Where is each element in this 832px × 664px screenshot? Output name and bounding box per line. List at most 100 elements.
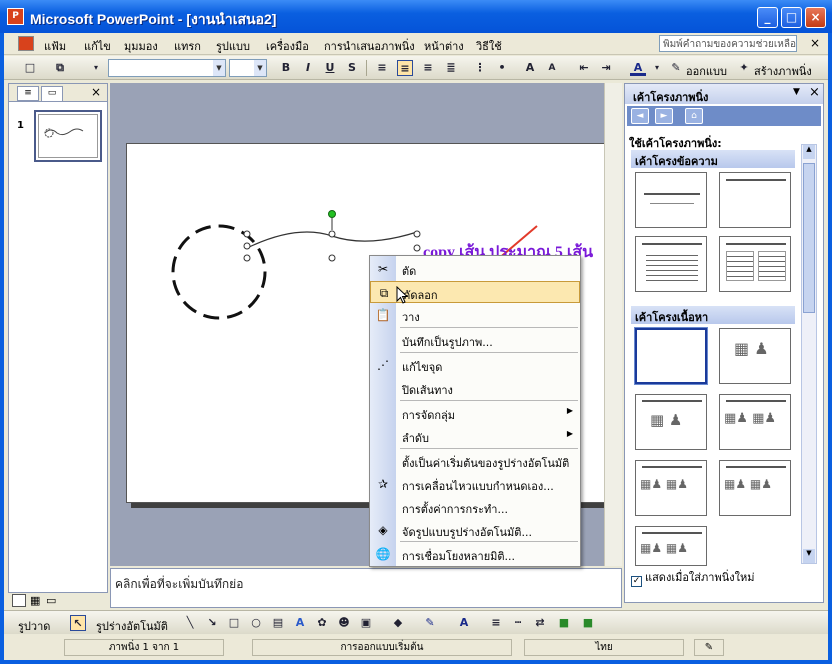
tab-slides[interactable]: ▭: [41, 86, 63, 101]
font-name-combo[interactable]: ▼: [108, 59, 226, 77]
powerpoint-app-icon[interactable]: P: [7, 8, 24, 25]
picture-icon[interactable]: ▣: [358, 615, 374, 631]
close-icon[interactable]: ×: [809, 85, 820, 100]
arrow-style-icon[interactable]: ⇄: [532, 615, 548, 631]
menu-help[interactable]: วิธีใช้: [476, 37, 502, 55]
dash-style-icon[interactable]: ┅: [510, 615, 526, 631]
italic-icon[interactable]: I: [300, 60, 316, 76]
layout-title-4content[interactable]: ▦♟ ▦♟: [635, 460, 707, 516]
justify-icon[interactable]: ≣: [443, 60, 459, 76]
menu-tools[interactable]: เครื่องมือ: [266, 37, 309, 55]
slide-scrollbar[interactable]: [604, 83, 622, 566]
menu-item-hyperlink[interactable]: 🌐 การเชื่อมโยงหลายมิติ...: [370, 543, 580, 565]
copy-toolbar-icon[interactable]: ⧉: [52, 60, 68, 76]
font-color-icon[interactable]: A: [630, 60, 646, 76]
clipart-icon[interactable]: ☻: [336, 615, 352, 631]
normal-view-icon[interactable]: [12, 594, 26, 607]
bullets-icon[interactable]: •: [494, 60, 510, 76]
tab-outline[interactable]: ≡: [17, 86, 39, 101]
layout-blank[interactable]: [634, 327, 708, 385]
menu-item-save-as-picture[interactable]: บันทึกเป็นรูปภาพ...: [370, 329, 580, 351]
menu-file[interactable]: แฟ้ม: [44, 37, 66, 55]
new-slide-icon[interactable]: ✦: [736, 60, 752, 76]
sorter-view-icon[interactable]: ▦: [30, 594, 40, 607]
fill-color-icon[interactable]: ◆: [390, 615, 406, 631]
menu-item-cut[interactable]: ✂ ตัด: [370, 258, 580, 280]
back-icon[interactable]: ◄: [631, 108, 649, 124]
menu-window[interactable]: หน้าต่าง: [424, 37, 464, 55]
rectangle-icon[interactable]: □: [226, 615, 242, 631]
scroll-up-icon[interactable]: ▲: [803, 145, 815, 159]
close-button[interactable]: ×: [805, 7, 826, 28]
numbering-icon[interactable]: ⋮: [472, 60, 488, 76]
document-icon[interactable]: [18, 36, 34, 51]
chevron-down-icon[interactable]: ▾: [649, 60, 665, 76]
underline-icon[interactable]: U: [322, 60, 338, 76]
layout-title-text[interactable]: [635, 236, 707, 292]
menu-item-paste[interactable]: 📋 วาง: [370, 304, 580, 326]
shadow-icon[interactable]: S: [344, 60, 360, 76]
line-color-icon[interactable]: ✎: [422, 615, 438, 631]
menu-item-format-autoshape[interactable]: ◈ จัดรูปแบบรูปร่างอัตโนมัติ...: [370, 519, 580, 541]
align-center-icon[interactable]: ≡: [397, 60, 413, 76]
menu-item-grouping[interactable]: การจัดกลุ่ม ▶: [370, 402, 580, 424]
menu-item-set-default[interactable]: ตั้งเป็นค่าเริ่มต้นของรูปร่างอัตโนมัติ: [370, 450, 580, 472]
textbox-icon[interactable]: ▤: [270, 615, 286, 631]
layout-two-column[interactable]: [719, 236, 791, 292]
scroll-thumb[interactable]: [803, 163, 815, 313]
task-pane-scrollbar[interactable]: ▲ ▼: [801, 144, 817, 564]
new-slide-button[interactable]: สร้างภาพนิ่ง: [754, 62, 812, 80]
layout-content-grid[interactable]: ▦♟ ▦♟: [719, 460, 791, 516]
layout-content[interactable]: ▦ ♟: [719, 328, 791, 384]
diagram-icon[interactable]: ✿: [314, 615, 330, 631]
layout-more[interactable]: ▦♟ ▦♟: [635, 526, 707, 566]
design-icon[interactable]: ✎: [668, 60, 684, 76]
rotate-handle[interactable]: [328, 210, 336, 218]
menu-edit[interactable]: แก้ไข: [84, 37, 111, 55]
menu-view[interactable]: มุมมอง: [124, 37, 158, 55]
layout-title-content[interactable]: ▦ ♟: [635, 394, 707, 450]
toolbar-options-icon[interactable]: ▾: [88, 60, 104, 76]
layout-title-only[interactable]: [719, 172, 791, 228]
checkbox-checked-icon[interactable]: ✓: [631, 576, 642, 587]
title-bar[interactable]: P Microsoft PowerPoint - [งานนำเสนอ2] _ …: [0, 0, 832, 33]
layout-title-2content[interactable]: ▦♟ ▦♟: [719, 394, 791, 450]
draw-menu-button[interactable]: รูปวาด: [18, 617, 50, 635]
chevron-down-icon[interactable]: ▼: [213, 60, 225, 76]
decrease-font-icon[interactable]: A: [544, 60, 560, 76]
font-size-combo[interactable]: ▼: [229, 59, 267, 77]
new-document-icon[interactable]: □: [22, 60, 38, 76]
scroll-down-icon[interactable]: ▼: [803, 549, 815, 563]
wordart-icon[interactable]: A: [292, 615, 308, 631]
pane-menu-icon[interactable]: ▼: [793, 87, 800, 97]
slideshow-view-icon[interactable]: ▭: [46, 594, 56, 607]
menu-slideshow[interactable]: การนำเสนอภาพนิ่ง: [324, 37, 415, 55]
shadow-style-icon[interactable]: ■: [556, 615, 572, 631]
line-style-icon[interactable]: ≡: [488, 615, 504, 631]
menu-insert[interactable]: แทรก: [174, 37, 201, 55]
notes-pane[interactable]: คลิกเพื่อที่จะเพิ่มบันทึกย่อ: [110, 568, 622, 608]
oval-icon[interactable]: ○: [248, 615, 264, 631]
select-arrow-icon[interactable]: ↖: [70, 615, 86, 631]
3d-style-icon[interactable]: ■: [580, 615, 596, 631]
arrow-icon[interactable]: ↘: [204, 615, 220, 631]
minimize-button[interactable]: _: [757, 7, 778, 28]
font-color-drawing-icon[interactable]: A: [456, 615, 472, 631]
show-on-insert-option[interactable]: ✓ แสดงเมื่อใส่ภาพนิ่งใหม่: [631, 568, 754, 587]
chevron-down-icon[interactable]: ▼: [254, 60, 266, 76]
line-icon[interactable]: ╲: [182, 615, 198, 631]
align-left-icon[interactable]: ≡: [374, 60, 390, 76]
design-button[interactable]: ออกแบบ: [686, 62, 727, 80]
menu-item-order[interactable]: ลำดับ ▶: [370, 425, 580, 447]
slide-thumbnail[interactable]: [34, 110, 102, 162]
align-right-icon[interactable]: ≡: [420, 60, 436, 76]
help-question-box[interactable]: พิมพ์คำถามของความช่วยเหลือ: [659, 35, 797, 52]
menu-item-action-settings[interactable]: การตั้งค่าการกระทำ...: [370, 496, 580, 518]
increase-font-icon[interactable]: A: [522, 60, 538, 76]
menu-item-close-path[interactable]: ปิดเส้นทาง: [370, 377, 580, 399]
forward-icon[interactable]: ►: [655, 108, 673, 124]
close-doc-icon[interactable]: ×: [810, 36, 820, 50]
autoshapes-button[interactable]: รูปร่างอัตโนมัติ: [96, 617, 168, 635]
dashed-circle[interactable]: [171, 224, 267, 320]
spelling-icon[interactable]: ✎: [694, 639, 724, 656]
